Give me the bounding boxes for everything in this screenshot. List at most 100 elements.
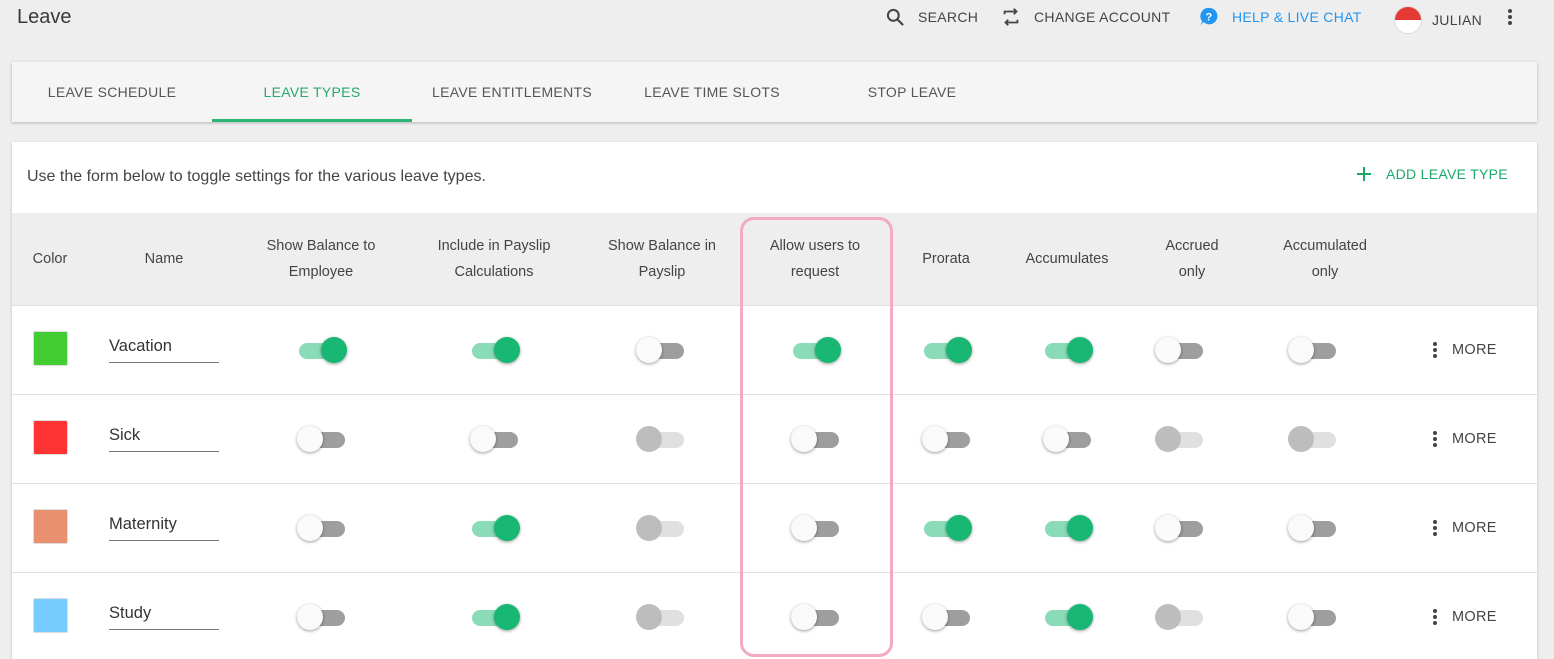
help-label: HELP & LIVE CHAT [1232,9,1362,25]
toggle-knob [1155,426,1181,452]
page-title: Leave [17,6,72,28]
toggle-show-balance-payslip [636,426,686,452]
tab-leave-time-slots[interactable]: LEAVE TIME SLOTS [612,62,812,122]
col-name: Name [144,251,184,267]
table-row: Vacation MORE [12,305,1537,394]
col-accrued-only: Accrued only [1165,238,1219,280]
toggle-include-payslip[interactable] [470,515,520,541]
toggle-knob [1288,515,1314,541]
col-include-payslip: Include in Payslip Calculations [437,238,551,280]
toggle-knob [1067,337,1093,363]
search-icon [884,6,906,28]
toggle-accumulated-only[interactable] [1288,337,1338,363]
more-label: MORE [1452,431,1497,447]
toggle-accumulates[interactable] [1043,426,1093,452]
add-leave-type-button[interactable]: ADD LEAVE TYPE [1356,166,1508,182]
toggle-include-payslip[interactable] [470,426,520,452]
toggle-show-balance-employee[interactable] [297,604,347,630]
toggle-knob [815,337,841,363]
user-name: JULIAN [1432,12,1483,28]
toggle-knob [494,337,520,363]
toggle-knob [494,515,520,541]
leave-name-input[interactable]: Sick [109,422,219,452]
color-swatch[interactable] [33,598,68,633]
toggle-show-balance-employee[interactable] [297,426,347,452]
toggle-show-balance-payslip [636,604,686,630]
tab-stop-leave[interactable]: STOP LEAVE [812,62,1012,122]
toggle-show-balance-employee[interactable] [297,515,347,541]
leave-name-input[interactable]: Vacation [109,333,219,363]
toggle-knob [1288,604,1314,630]
toggle-knob [297,426,323,452]
col-show-balance-employee: Show Balance to Employee [266,238,376,280]
search-label: SEARCH [918,9,979,25]
app-bar: Leave SEARCH CHANGE ACCOUNT ? HELP & LIV… [0,0,1554,34]
toggle-include-payslip[interactable] [470,604,520,630]
tab-leave-schedule[interactable]: LEAVE SCHEDULE [12,62,212,122]
toggle-accrued-only[interactable] [1155,337,1205,363]
tab-bar: LEAVE SCHEDULE LEAVE TYPES LEAVE ENTITLE… [12,62,1537,122]
col-color: Color [32,251,68,267]
toggle-accumulates[interactable] [1043,337,1093,363]
toggle-show-balance-employee[interactable] [297,337,347,363]
color-swatch[interactable] [33,420,68,455]
add-leave-type-label: ADD LEAVE TYPE [1386,166,1508,182]
more-button[interactable]: MORE [1432,341,1497,359]
toggle-prorata[interactable] [922,604,972,630]
toggle-knob [1288,337,1314,363]
col-accumulated-only: Accumulated only [1283,238,1367,280]
search-button[interactable]: SEARCH [884,6,978,28]
toggle-accumulated-only[interactable] [1288,515,1338,541]
user-menu[interactable]: JULIAN [1394,6,1482,34]
toggle-prorata[interactable] [922,337,972,363]
toggle-accrued-only[interactable] [1155,515,1205,541]
toggle-include-payslip[interactable] [470,337,520,363]
color-swatch[interactable] [33,509,68,544]
toggle-prorata[interactable] [922,515,972,541]
toggle-knob [1155,337,1181,363]
leave-types-card: Use the form below to toggle settings fo… [12,142,1537,659]
toggle-accumulates[interactable] [1043,604,1093,630]
color-swatch[interactable] [33,331,68,366]
help-live-chat-button[interactable]: ? HELP & LIVE CHAT [1198,6,1362,28]
more-button[interactable]: MORE [1432,608,1497,626]
table-header: Color Name Show Balance to Employee Incl… [12,213,1537,305]
toggle-knob [494,604,520,630]
toggle-knob [1067,604,1093,630]
toggle-accrued-only [1155,604,1205,630]
toggle-knob [297,604,323,630]
toggle-allow-request[interactable] [791,604,841,630]
toggle-accumulates[interactable] [1043,515,1093,541]
more-vert-icon [1432,430,1438,448]
avatar [1394,6,1422,34]
more-label: MORE [1452,609,1497,625]
toggle-allow-request[interactable] [791,515,841,541]
toggle-knob [636,337,662,363]
toggle-knob [1043,426,1069,452]
tab-leave-types[interactable]: LEAVE TYPES [212,62,412,122]
more-vert-icon[interactable] [1500,7,1520,27]
more-button[interactable]: MORE [1432,519,1497,537]
more-button[interactable]: MORE [1432,430,1497,448]
toggle-knob [321,337,347,363]
toggle-knob [791,426,817,452]
more-label: MORE [1452,520,1497,536]
swap-icon [1000,6,1022,28]
leave-name-input[interactable]: Study [109,600,219,630]
toggle-allow-request[interactable] [791,337,841,363]
toggle-knob [922,604,948,630]
leave-name-input[interactable]: Maternity [109,511,219,541]
toggle-knob [946,337,972,363]
toggle-prorata[interactable] [922,426,972,452]
toggle-knob [470,426,496,452]
plus-icon [1356,166,1372,182]
toggle-accumulated-only[interactable] [1288,604,1338,630]
toggle-allow-request[interactable] [791,426,841,452]
col-accumulates: Accumulates [1025,251,1109,267]
tab-leave-entitlements[interactable]: LEAVE ENTITLEMENTS [412,62,612,122]
table-row: Study MORE [12,572,1537,659]
toggle-show-balance-payslip[interactable] [636,337,686,363]
col-prorata: Prorata [922,251,970,267]
toggle-knob [1067,515,1093,541]
change-account-button[interactable]: CHANGE ACCOUNT [1000,6,1170,28]
